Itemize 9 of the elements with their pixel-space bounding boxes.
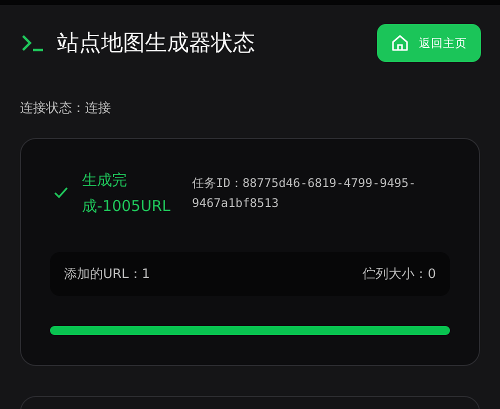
home-icon bbox=[391, 34, 409, 52]
home-button[interactable]: 返回主页 bbox=[377, 24, 481, 62]
page-title: 站点地图生成器状态 bbox=[57, 30, 255, 58]
stat-text: 添加的URL：1 bbox=[64, 266, 150, 283]
stat-text: 伫列大小：0 bbox=[362, 266, 436, 283]
job-status: 生成完成-1005URL bbox=[82, 170, 172, 217]
connection-status: 连接状态：连接 bbox=[20, 100, 112, 117]
terminal-icon bbox=[21, 34, 45, 52]
task-id: 任务ID：88775d46-6819-4799-9495-9467a1bf8513 bbox=[192, 175, 417, 212]
